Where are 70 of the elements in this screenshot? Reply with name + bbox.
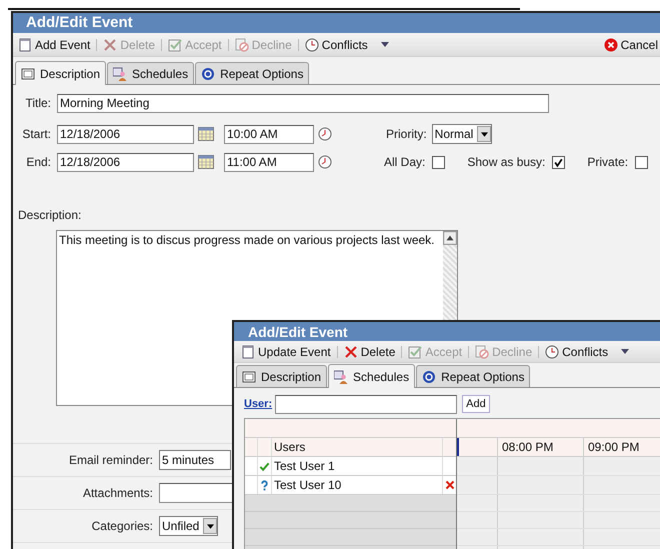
- page-icon: [241, 344, 255, 358]
- cancel-button[interactable]: Cancel: [604, 38, 658, 52]
- checkbox[interactable]: [635, 156, 648, 168]
- user-field[interactable]: [275, 394, 458, 414]
- priority-select[interactable]: Normal: [432, 124, 492, 144]
- time-field[interactable]: 10:00 AM: [224, 124, 314, 144]
- check-icon: [259, 460, 270, 472]
- window-title: Add/Edit Event: [13, 13, 660, 33]
- close-icon: [604, 38, 618, 52]
- clock-icon: [304, 38, 319, 52]
- calendar-person-icon: [334, 370, 348, 384]
- prohibited-icon: [234, 38, 249, 52]
- tab[interactable]: Repeat Options: [416, 365, 530, 387]
- time-header: 08:00 PM: [498, 438, 584, 456]
- tab[interactable]: Description: [236, 365, 328, 387]
- page-icon: [18, 38, 32, 52]
- field-label: Attachments:: [82, 486, 153, 500]
- field-label: Email reminder:: [68, 453, 153, 467]
- repeat-icon: [201, 66, 216, 80]
- checkbox[interactable]: [432, 156, 446, 168]
- column-header: Users: [272, 438, 443, 456]
- field-label: Priority:: [386, 127, 427, 141]
- repeat-icon: [422, 370, 436, 384]
- remove-icon[interactable]: [444, 480, 454, 490]
- field-label: Description:: [18, 208, 82, 222]
- cross-icon: [344, 344, 358, 358]
- calendar-person-icon: [113, 66, 128, 80]
- toolbar-button[interactable]: Update Event: [241, 344, 331, 358]
- check-icon: [408, 344, 422, 358]
- checkbox-label: Show as busy:: [467, 155, 546, 169]
- toolbar-button[interactable]: Conflicts: [304, 38, 389, 52]
- cross-icon: [103, 38, 118, 52]
- clock-icon[interactable]: [318, 155, 332, 169]
- user-row[interactable]: Test User 1: [245, 457, 456, 476]
- title-field[interactable]: Morning Meeting: [57, 94, 549, 112]
- window-title: Add/Edit Event: [234, 322, 660, 341]
- date-field[interactable]: 12/18/2006: [57, 152, 194, 172]
- calendar-icon[interactable]: [198, 155, 214, 169]
- scroll-up-icon[interactable]: [443, 231, 457, 245]
- tab[interactable]: Repeat Options: [195, 62, 310, 84]
- tab[interactable]: Schedules: [107, 62, 194, 84]
- clock-icon[interactable]: [318, 127, 332, 141]
- checkbox-label: All Day:: [384, 155, 426, 169]
- time-field[interactable]: 11:00 AM: [224, 152, 314, 172]
- window-icon: [242, 370, 256, 384]
- toolbar-button[interactable]: Add Event: [18, 38, 90, 52]
- add-button[interactable]: Add: [462, 395, 490, 413]
- check-icon: [168, 38, 182, 52]
- toolbar-button[interactable]: Conflicts: [545, 344, 630, 358]
- clock-icon: [545, 344, 560, 358]
- time-header: 09:00 PM: [584, 438, 660, 456]
- user-name: Test User 10: [272, 476, 443, 494]
- field-label: Title:: [24, 96, 51, 110]
- checkbox-label: Private:: [587, 155, 628, 169]
- prohibited-icon: [475, 344, 490, 358]
- tab[interactable]: Description: [15, 61, 106, 85]
- checkbox[interactable]: [552, 156, 566, 168]
- user-row[interactable]: Test User 10: [245, 476, 456, 495]
- field-label: End:: [25, 155, 51, 169]
- window-icon: [21, 66, 35, 80]
- categories-select[interactable]: Unfiled: [159, 516, 218, 536]
- calendar-icon[interactable]: [198, 127, 214, 141]
- user-name: Test User 1: [272, 457, 443, 475]
- field-label: Categories:: [90, 519, 153, 533]
- question-mark-icon: [259, 480, 270, 490]
- toolbar-button[interactable]: Delete: [344, 344, 396, 358]
- tab[interactable]: Schedules: [328, 364, 416, 388]
- reminder-select[interactable]: 5 minutes: [159, 450, 231, 470]
- date-field[interactable]: 12/18/2006: [57, 124, 194, 144]
- field-label: Start:: [21, 127, 51, 141]
